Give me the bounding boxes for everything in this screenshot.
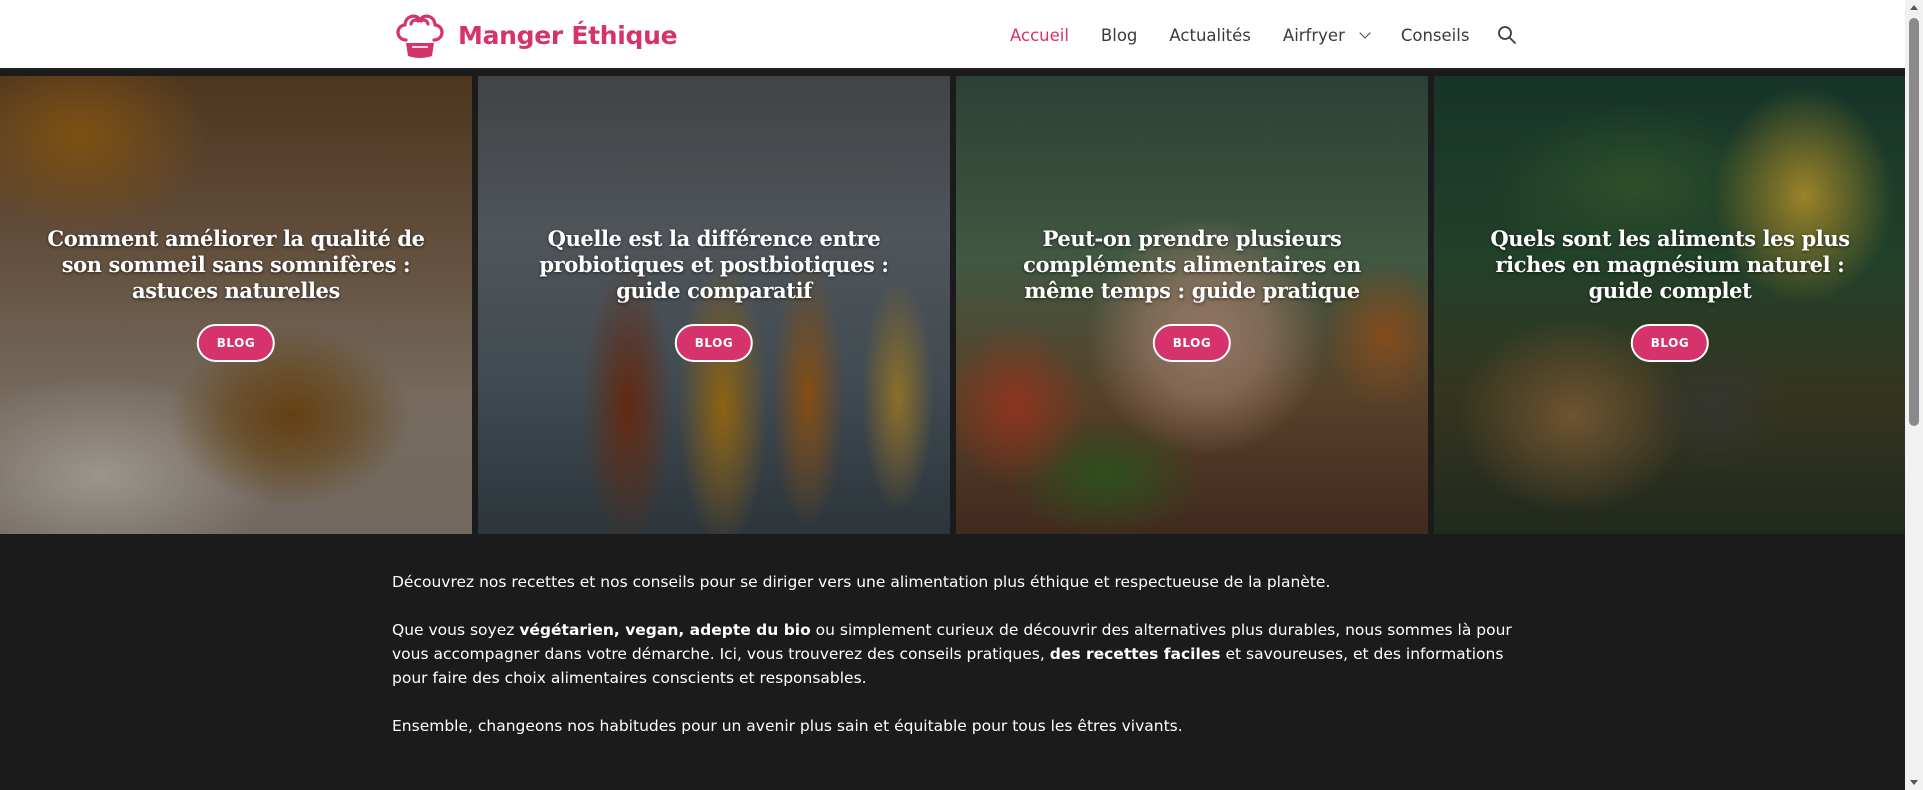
nav-item-airfryer[interactable]: Airfryer [1282,25,1371,45]
chevron-down-icon [1359,26,1371,39]
nav-item-blog[interactable]: Blog [1101,26,1137,45]
brand-name: Manger Éthique [458,20,678,50]
main-nav: Accueil Blog Actualités Airfryer Conseil… [1010,0,1517,70]
category-badge-button[interactable]: BLOG [196,324,276,362]
scroll-up-arrow-icon[interactable] [1910,5,1918,10]
post-title[interactable]: Quels sont les aliments les plus riches … [1464,226,1876,304]
nav-item-accueil[interactable]: Accueil [1010,26,1069,45]
post-title[interactable]: Quelle est la différence entre probiotiq… [508,226,920,304]
intro-paragraph-3: Ensemble, changeons nos habitudes pour u… [392,717,1183,735]
featured-posts-grid: Comment améliorer la qualité de son somm… [0,76,1906,534]
featured-post-card[interactable]: Comment améliorer la qualité de son somm… [0,76,472,534]
post-title[interactable]: Peut-on prendre plusieurs compléments al… [986,226,1398,304]
featured-post-card[interactable]: Quels sont les aliments les plus riches … [1434,76,1906,534]
category-badge-button[interactable]: BLOG [1630,324,1710,362]
intro-paragraph-2: Que vous soyez végétarien, vegan, adepte… [392,621,1512,687]
intro-paragraph-1: Découvrez nos recettes et nos conseils p… [392,573,1331,591]
intro-text: Découvrez nos recettes et nos conseils p… [392,570,1512,762]
post-title[interactable]: Comment améliorer la qualité de son somm… [30,226,442,304]
scroll-down-arrow-icon[interactable] [1910,780,1918,785]
category-badge-button[interactable]: BLOG [674,324,754,362]
scrollbar-thumb[interactable] [1909,18,1919,426]
category-badge-button[interactable]: BLOG [1152,324,1232,362]
site-header: Manger Éthique Accueil Blog Actualités A… [0,0,1905,70]
featured-post-card[interactable]: Peut-on prendre plusieurs compléments al… [956,76,1428,534]
featured-post-card[interactable]: Quelle est la différence entre probiotiq… [478,76,950,534]
page-scrollbar[interactable] [1905,0,1923,790]
nav-item-actualites[interactable]: Actualités [1169,26,1251,45]
site-logo-link[interactable]: Manger Éthique [392,10,678,60]
nav-item-conseils[interactable]: Conseils [1401,26,1470,45]
chef-hat-logo-icon [396,14,444,58]
search-icon[interactable] [1497,25,1517,45]
nav-item-airfryer-label: Airfryer [1282,25,1345,45]
